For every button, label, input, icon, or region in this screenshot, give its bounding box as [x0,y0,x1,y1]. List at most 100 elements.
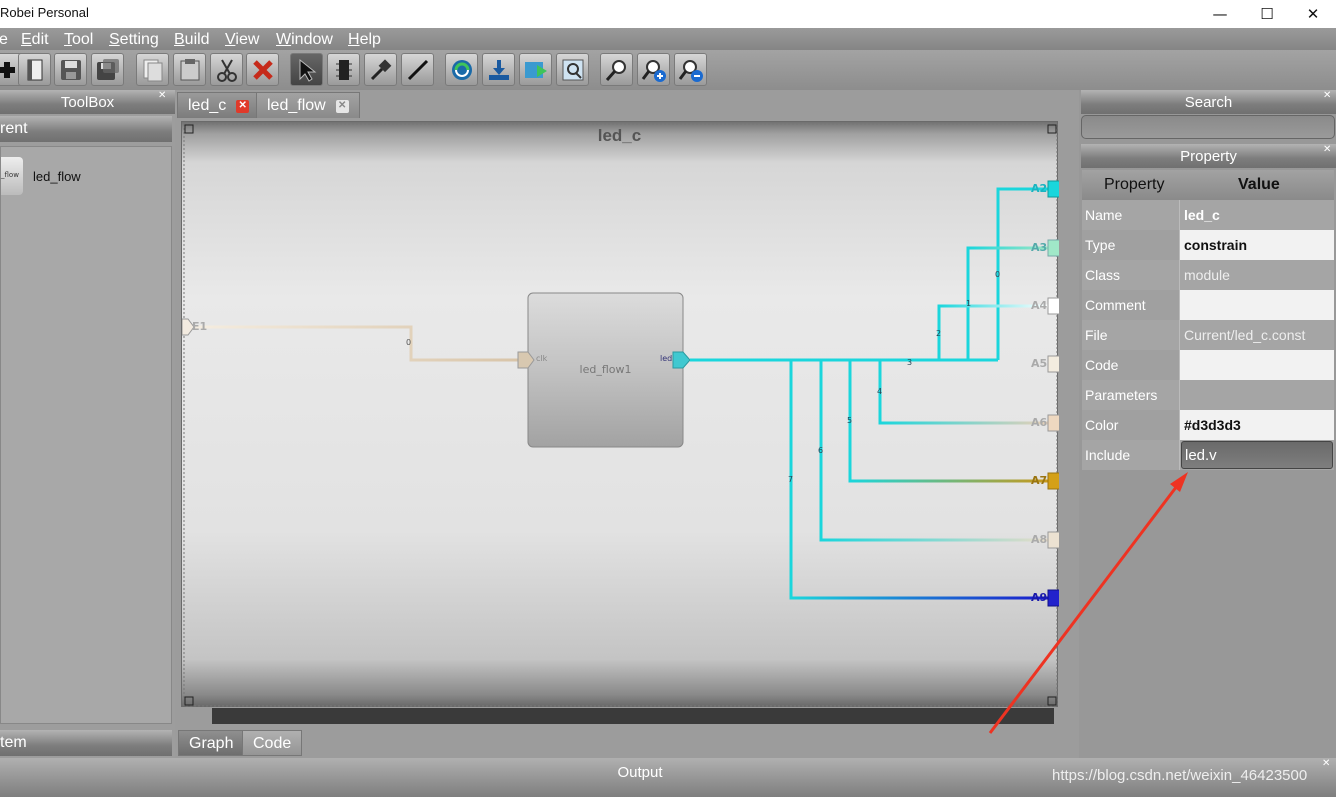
prop-row-class[interactable]: Class module [1082,260,1334,290]
prop-value: constrain [1180,230,1334,260]
run-icon[interactable] [445,53,478,86]
prop-value [1180,380,1334,410]
download-icon[interactable] [482,53,515,86]
label-a5: A5 [1031,357,1048,370]
prop-row-parameters[interactable]: Parameters [1082,380,1334,410]
current-section-label: rent [0,120,28,137]
wire-a6[interactable] [878,360,1048,425]
prop-key: Color [1082,410,1180,440]
book-icon[interactable] [18,53,51,86]
col-value-header: Value [1238,176,1280,193]
prop-key: Class [1082,260,1180,290]
tab-led-c-close-icon[interactable]: ✕ [236,100,250,113]
close-button[interactable]: ✕ [1290,0,1336,28]
pin-icon[interactable] [364,53,397,86]
toolbox-header: ToolBox [0,90,175,114]
label-e1: E1 [192,320,208,333]
prop-row-type[interactable]: Type constrain [1082,230,1334,260]
minimize-button[interactable]: — [1197,0,1243,28]
prop-row-color[interactable]: Color #d3d3d3 [1082,410,1334,440]
menu-edit[interactable]: Edit [21,31,49,49]
prop-value: Current/led_c.const [1180,320,1334,350]
chip-icon[interactable] [327,53,360,86]
prop-row-comment[interactable]: Comment [1082,290,1334,320]
horizontal-scrollbar[interactable] [212,708,1054,724]
prop-row-file[interactable]: File Current/led_c.const [1082,320,1334,350]
menu-help[interactable]: Help [348,31,381,49]
diagram-svg [182,123,1059,707]
toolbar [0,50,1336,90]
corner-handle-tr[interactable] [1047,124,1057,134]
wire-label-4: 4 [877,387,883,396]
wire-label-7: 7 [788,475,794,484]
menu-window[interactable]: Window [276,31,333,49]
corner-handle-bl[interactable] [184,696,194,706]
maximize-button[interactable]: ☐ [1244,0,1290,28]
tab-led-c-label: led_c [188,97,227,114]
save-all-icon[interactable] [91,53,124,86]
corner-handle-tl[interactable] [184,124,194,134]
property-close-icon[interactable]: ✕ [1323,144,1331,155]
led-flow-thumb-text: _flow [1,171,19,179]
output-port-a2[interactable] [1047,180,1059,198]
output-port-a3[interactable] [1047,239,1059,257]
prop-key: File [1082,320,1180,350]
paste-icon[interactable] [173,53,206,86]
wire-icon[interactable] [401,53,434,86]
tab-graph[interactable]: Graph [178,730,245,756]
simulate-icon[interactable] [519,53,552,86]
prop-key: Comment [1082,290,1180,320]
output-panel: Output ✕ https://blog.csdn.net/weixin_46… [0,758,1336,797]
col-property-header: Property [1104,176,1165,193]
tab-led-flow[interactable]: led_flow ✕ [256,92,360,118]
led-flow-thumbnail[interactable]: _flow [1,157,23,195]
output-port-a5[interactable] [1047,355,1059,373]
wire-label-1: 1 [966,299,972,308]
toolbox-close-icon[interactable]: ✕ [158,90,166,101]
minimize-icon: — [1212,5,1228,23]
menu-bar: e Edit Tool Setting Build View Window He… [0,28,1336,50]
menu-setting[interactable]: Setting [109,31,159,49]
menu-file[interactable]: e [0,31,8,49]
diagram-canvas[interactable]: led_c E1 0 clk led led_flow1 A2 A3 A4 A5… [181,121,1059,707]
search-close-icon[interactable]: ✕ [1323,90,1331,101]
tab-graph-label: Graph [189,735,234,752]
label-a4: A4 [1031,299,1048,312]
wire-e1-to-clk[interactable] [194,325,520,362]
prop-value: module [1180,260,1334,290]
copy-icon[interactable] [136,53,169,86]
save-icon[interactable] [54,53,87,86]
prop-row-name[interactable]: Name led_c [1082,200,1334,230]
menu-build[interactable]: Build [174,31,210,49]
label-e1-wire: 0 [406,338,412,347]
toolbox-item-led-flow[interactable]: led_flow [33,169,81,184]
toolbox-current-section[interactable]: rent [0,116,172,142]
prop-row-code[interactable]: Code [1082,350,1334,380]
wire-a2[interactable] [996,187,1048,360]
module-name-label: led_flow1 [579,363,632,376]
zoom-fit-icon[interactable] [556,53,589,86]
tab-led-flow-close-icon[interactable]: ✕ [335,100,349,113]
zoom-in-icon[interactable] [637,53,670,86]
search-input[interactable] [1081,115,1335,139]
delete-icon[interactable] [246,53,279,86]
window-title: Robei Personal [0,5,89,20]
toolbox-system-section[interactable]: tem [0,730,172,756]
select-arrow-icon[interactable] [290,53,323,86]
tab-led-c[interactable]: led_c ✕ [177,92,261,118]
output-port-a4[interactable] [1047,297,1059,315]
system-section-label: tem [0,734,27,751]
prop-value [1180,290,1334,320]
cut-icon[interactable] [210,53,243,86]
menu-tool[interactable]: Tool [64,31,93,49]
toolbox-list: _flow led_flow [0,146,172,724]
menu-view[interactable]: View [225,31,259,49]
tab-code[interactable]: Code [242,730,303,756]
magnifier-icon[interactable] [600,53,633,86]
watermark-text: https://blog.csdn.net/weixin_46423500 [1052,767,1308,784]
zoom-out-icon[interactable] [674,53,707,86]
output-port-a6[interactable] [1047,414,1059,432]
prop-key: Parameters [1082,380,1180,410]
output-close-icon[interactable]: ✕ [1322,758,1330,769]
wire-a4[interactable] [937,304,1048,360]
